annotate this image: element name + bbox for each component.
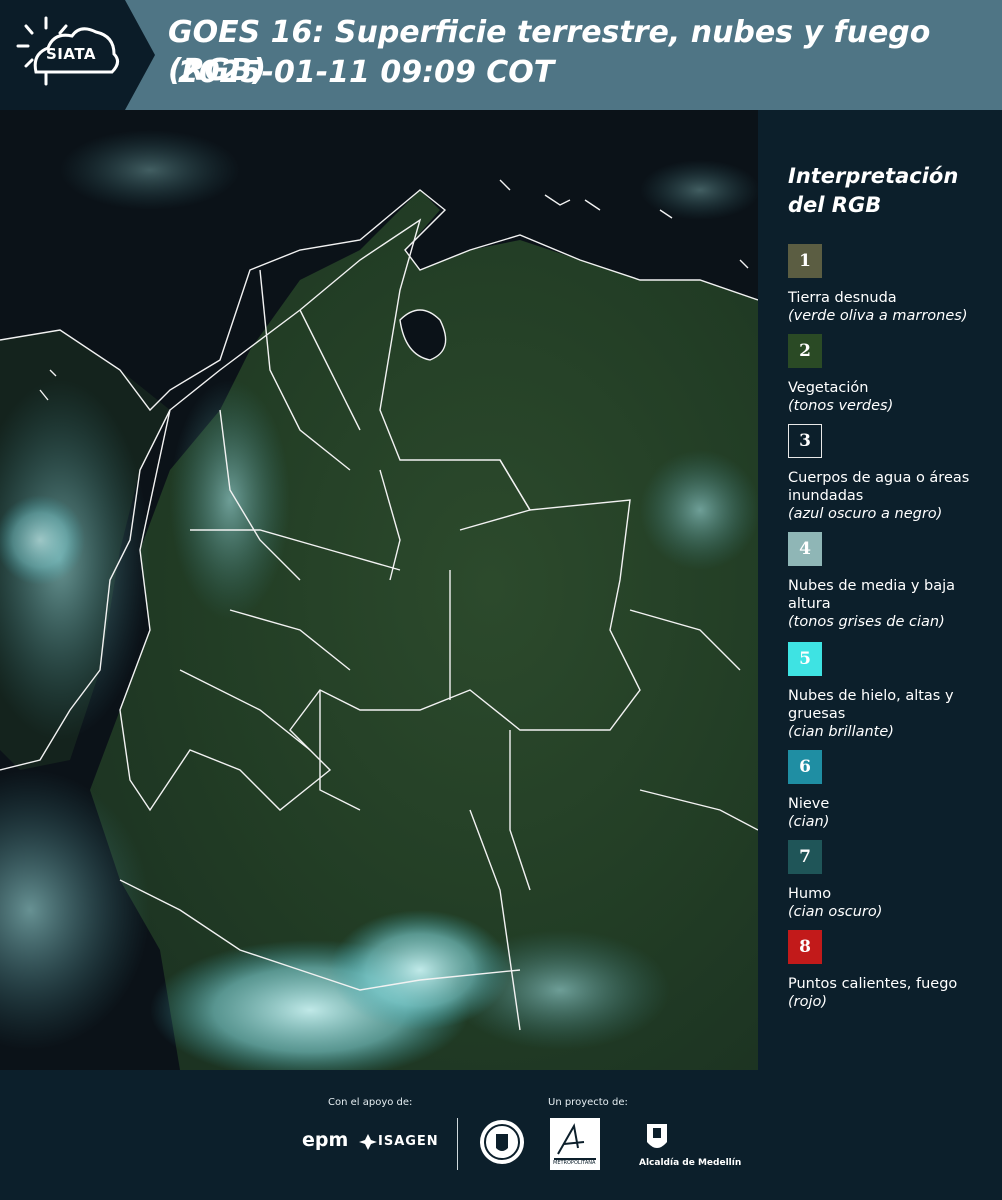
isagen-logo[interactable]: ISAGEN	[378, 1134, 439, 1149]
legend-swatch: 2	[788, 334, 822, 368]
legend-swatch: 6	[788, 750, 822, 784]
legend-swatch: 3	[788, 424, 822, 458]
legend-swatch: 4	[788, 532, 822, 566]
legend-description: (verde oliva a marrones)	[788, 308, 968, 324]
legend-description: (cian)	[788, 814, 830, 830]
project-label: Un proyecto de:	[548, 1097, 628, 1108]
alcaldia-label: Alcaldía de Medellín	[639, 1158, 742, 1168]
siata-logo[interactable]: SIATA	[0, 0, 155, 110]
legend-description: (cian oscuro)	[788, 904, 883, 920]
legend-label: Cuerpos de agua o áreas inundadas	[788, 470, 970, 504]
epm-logo[interactable]: epm	[302, 1129, 348, 1151]
satellite-map[interactable]	[0, 110, 758, 1070]
legend-swatch: 5	[788, 642, 822, 676]
legend-item-smoke: 7 Humo (cian oscuro)	[788, 840, 998, 921]
legend-swatch: 1	[788, 244, 822, 278]
support-label: Con el apoyo de:	[328, 1097, 413, 1108]
legend-label: Nieve	[788, 796, 830, 812]
legend-description: (cian brillante)	[788, 724, 894, 740]
isagen-icon	[359, 1134, 377, 1150]
legend-item-vegetation: 2 Vegetación (tonos verdes)	[788, 334, 998, 415]
legend-item-ice-clouds: 5 Nubes de hielo, altas y gruesas (cian …	[788, 642, 998, 741]
legend-swatch: 8	[788, 930, 822, 964]
legend-label: Puntos calientes, fuego	[788, 976, 958, 992]
legend-description: (azul oscuro a negro)	[788, 506, 943, 522]
legend-item-fire: 8 Puntos calientes, fuego (rojo)	[788, 930, 998, 1011]
page-datetime: 2025-01-11 09:09 COT	[178, 55, 555, 90]
legend-label: Nubes de media y baja altura	[788, 578, 956, 612]
legend-item-bare-ground: 1 Tierra desnuda (verde oliva a marrones…	[788, 244, 998, 325]
legend-label: Vegetación	[788, 380, 869, 396]
legend-description: (tonos verdes)	[788, 398, 894, 414]
legend-item-snow: 6 Nieve (cian)	[788, 750, 998, 831]
legend-title: Interpretación del RGB	[788, 164, 959, 217]
footer: Con el apoyo de: Un proyecto de: epm ISA…	[0, 1070, 1002, 1200]
header: SIATA GOES 16: Superficie terrestre, nub…	[0, 0, 1002, 110]
legend-label: Humo	[788, 886, 832, 902]
seal-icon[interactable]	[478, 1118, 526, 1166]
map-canvas	[0, 110, 758, 1070]
legend-swatch: 7	[788, 840, 822, 874]
legend-description: (tonos grises de cian)	[788, 614, 945, 630]
legend-label: Tierra desnuda	[788, 290, 897, 306]
logo-text: SIATA	[46, 45, 97, 63]
footer-divider	[457, 1118, 458, 1170]
coat-of-arms-icon[interactable]	[645, 1120, 669, 1156]
legend-label: Nubes de hielo, altas y gruesas	[788, 688, 954, 722]
legend-item-water: 3 Cuerpos de agua o áreas inundadas (azu…	[788, 424, 998, 523]
legend-panel: Interpretación del RGB 1 Tierra desnuda …	[760, 110, 1002, 1070]
legend-item-mid-low-clouds: 4 Nubes de media y baja altura (tonos gr…	[788, 532, 998, 631]
legend-description: (rojo)	[788, 994, 828, 1010]
area-label: METROPOLITANA	[553, 1160, 596, 1166]
